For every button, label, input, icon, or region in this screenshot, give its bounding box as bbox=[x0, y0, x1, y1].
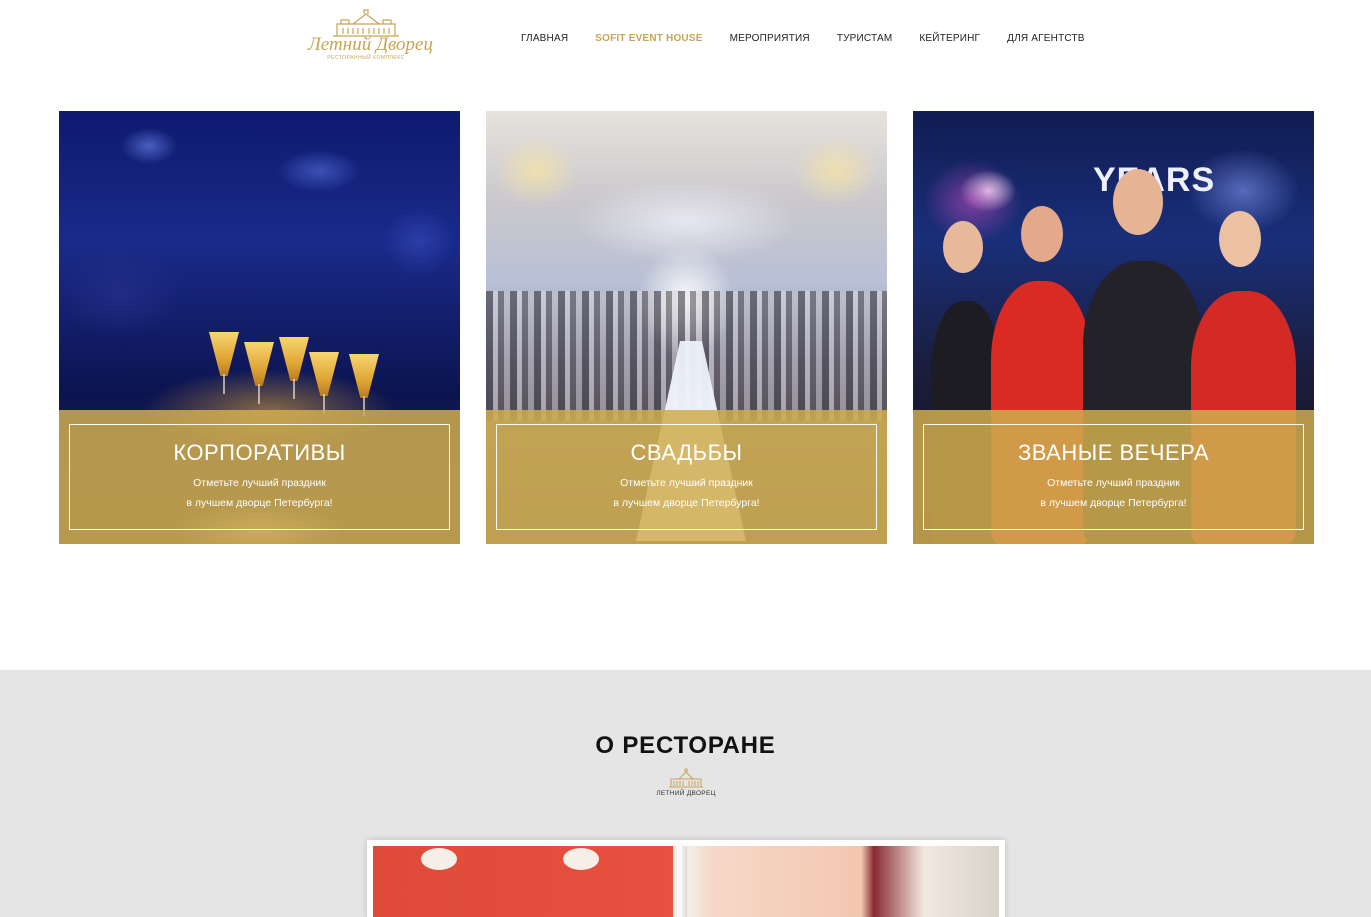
card-caption-frame: СВАДЬБЫ Отметьте лучший праздник в лучше… bbox=[496, 424, 877, 530]
palace-small-icon bbox=[669, 768, 703, 788]
card-title: КОРПОРАТИВЫ bbox=[173, 440, 346, 465]
card-evening-parties[interactable]: YEARS ЗВАНЫЕ ВЕЧЕРА Отметьте лучший праз… bbox=[913, 111, 1314, 544]
nav-item-events[interactable]: МЕРОПРИЯТИЯ bbox=[730, 33, 810, 44]
card-text-line: Отметьте лучший праздник bbox=[1047, 477, 1180, 489]
card-text-line: Отметьте лучший праздник bbox=[193, 477, 326, 489]
about-photo bbox=[373, 846, 999, 917]
glass-decor bbox=[349, 354, 379, 416]
glass-decor bbox=[244, 342, 274, 404]
card-weddings[interactable]: СВАДЬБЫ Отметьте лучший праздник в лучше… bbox=[486, 111, 887, 544]
nav-item-sofit-event-house[interactable]: SOFIT EVENT HOUSE bbox=[595, 33, 702, 44]
logo-name: Летний Дворец bbox=[308, 34, 433, 55]
card-text-line: в лучшем дворце Петербурга! bbox=[1040, 497, 1187, 509]
card-text-line: в лучшем дворце Петербурга! bbox=[613, 497, 760, 509]
card-caption-frame: ЗВАНЫЕ ВЕЧЕРА Отметьте лучший праздник в… bbox=[923, 424, 1304, 530]
nav-item-catering[interactable]: КЕЙТЕРИНГ bbox=[919, 33, 980, 44]
nav-item-tourists[interactable]: ТУРИСТАМ bbox=[837, 33, 893, 44]
glass-decor bbox=[209, 332, 239, 394]
column-decor bbox=[673, 846, 687, 917]
about-photo-frame bbox=[367, 840, 1005, 917]
site-logo[interactable]: Летний Дворец РЕСТОРАННЫЙ КОМПЛЕКС bbox=[308, 8, 433, 74]
card-corporate[interactable]: КОРПОРАТИВЫ Отметьте лучший праздник в л… bbox=[59, 111, 460, 544]
medallion-decor bbox=[563, 848, 599, 870]
person-head-decor bbox=[1021, 206, 1063, 262]
about-title: О РЕСТОРАНЕ bbox=[595, 732, 776, 759]
logo-subtitle: РЕСТОРАННЫЙ КОМПЛЕКС bbox=[327, 55, 405, 61]
nav-item-home[interactable]: ГЛАВНАЯ bbox=[521, 33, 568, 44]
about-section: О РЕСТОРАНЕ ЛЕТНИЙ ДВОРЕЦ bbox=[0, 670, 1371, 917]
card-caption-frame: КОРПОРАТИВЫ Отметьте лучший праздник в л… bbox=[69, 424, 450, 530]
person-head-decor bbox=[1113, 169, 1163, 235]
about-logo: ЛЕТНИЙ ДВОРЕЦ bbox=[655, 768, 717, 797]
main-nav: ГЛАВНАЯ SOFIT EVENT HOUSE МЕРОПРИЯТИЯ ТУ… bbox=[521, 33, 1085, 44]
card-title: ЗВАНЫЕ ВЕЧЕРА bbox=[1017, 440, 1210, 465]
card-title: СВАДЬБЫ bbox=[630, 440, 743, 465]
person-head-decor bbox=[1219, 211, 1261, 267]
medallion-decor bbox=[421, 848, 457, 870]
glass-decor bbox=[309, 352, 339, 414]
person-head-decor bbox=[943, 221, 983, 273]
card-text-line: в лучшем дворце Петербурга! bbox=[186, 497, 333, 509]
site-header: Летний Дворец РЕСТОРАННЫЙ КОМПЛЕКС ГЛАВН… bbox=[0, 0, 1371, 90]
nav-item-agencies[interactable]: ДЛЯ АГЕНТСТВ bbox=[1007, 33, 1085, 44]
glass-decor bbox=[279, 337, 309, 399]
card-text-line: Отметьте лучший праздник bbox=[620, 477, 753, 489]
about-logo-text: ЛЕТНИЙ ДВОРЕЦ bbox=[656, 790, 716, 797]
